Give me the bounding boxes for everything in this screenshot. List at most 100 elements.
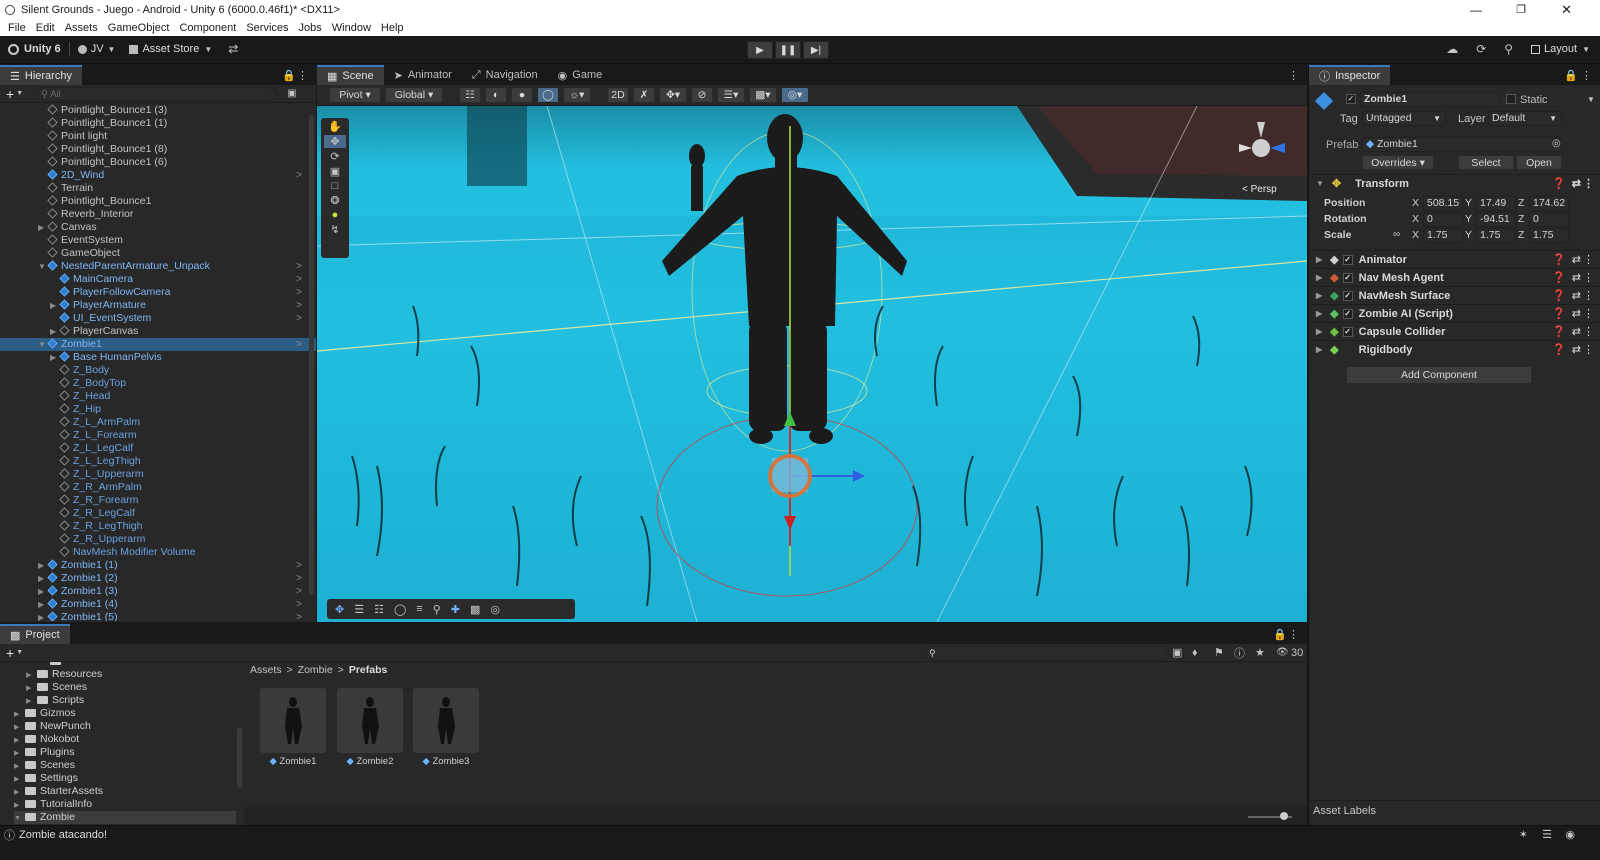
transform-position-x-field[interactable]: 508.15 bbox=[1423, 196, 1463, 211]
add-component-button[interactable]: Add Component bbox=[1346, 366, 1532, 384]
hidden-objects-icon[interactable]: ⊘ bbox=[691, 87, 713, 103]
transform-rotation-y-field[interactable]: -94.51 bbox=[1476, 212, 1516, 227]
layers-icon[interactable]: ☰▾ bbox=[717, 87, 745, 103]
menu-gameobject[interactable]: GameObject bbox=[108, 22, 170, 34]
tab-hierarchy[interactable]: ☰ Hierarchy bbox=[0, 65, 82, 85]
folder-item[interactable]: ▶ Resources bbox=[26, 668, 102, 681]
hierarchy-item[interactable]: Z_BodyTop bbox=[0, 377, 316, 390]
hierarchy-item[interactable]: MainCamera > bbox=[0, 273, 316, 286]
component-header[interactable]: ▶ ◆ ✓ Animator ❓ ⇄ ⋮ bbox=[1310, 250, 1600, 268]
hierarchy-item[interactable]: Z_L_LegCalf bbox=[0, 442, 316, 455]
grid-toggle-icon[interactable]: ☷ bbox=[459, 87, 481, 103]
folder-item[interactable]: ▶ Scenes bbox=[26, 681, 87, 694]
hierarchy-item[interactable]: ▶ Zombie1 (5) > bbox=[0, 611, 316, 621]
asset-label-zombie1[interactable]: ◆ Zombie1 bbox=[253, 756, 333, 767]
hierarchy-item[interactable]: Pointlight_Bounce1 bbox=[0, 195, 316, 208]
zoom-slider-handle[interactable] bbox=[1280, 812, 1288, 820]
kebab-menu-icon[interactable]: ⋮ bbox=[1583, 307, 1594, 320]
lighting-icon[interactable]: ☼▾ bbox=[563, 87, 591, 103]
object-active-checkbox[interactable]: ✓ bbox=[1346, 94, 1356, 104]
add-icon[interactable]: + bbox=[6, 645, 14, 661]
transform-scale-x-field[interactable]: 1.75 bbox=[1423, 228, 1463, 243]
help-icon[interactable]: ❓ bbox=[1552, 307, 1566, 320]
transform-scale-y-field[interactable]: 1.75 bbox=[1476, 228, 1516, 243]
hierarchy-item[interactable]: ▶ Zombie1 (4) > bbox=[0, 598, 316, 611]
component-enabled-checkbox[interactable]: ✓ bbox=[1342, 254, 1353, 265]
search-by-type-icon[interactable]: ▣ bbox=[1172, 646, 1182, 659]
select-button[interactable]: Select bbox=[1458, 155, 1514, 170]
circle-icon[interactable]: ◯ bbox=[394, 603, 406, 616]
sphere-icon[interactable]: ● bbox=[511, 87, 533, 103]
asset-tile-zombie1[interactable] bbox=[260, 688, 326, 753]
hierarchy-item[interactable]: Z_R_LegThigh bbox=[0, 520, 316, 533]
menu-services[interactable]: Services bbox=[246, 22, 288, 34]
open-prefab-chevron-icon[interactable]: > bbox=[296, 260, 302, 273]
hierarchy-item[interactable]: ▶ Zombie1 (3) > bbox=[0, 585, 316, 598]
crosshair-icon[interactable]: ✚ bbox=[451, 603, 460, 616]
search-icon[interactable]: ⚲ bbox=[1504, 42, 1513, 56]
pivot-dropdown[interactable]: Pivot ▾ bbox=[329, 87, 381, 103]
help-icon[interactable]: ❓ bbox=[1552, 177, 1566, 190]
hierarchy-item[interactable]: Z_R_Upperarm bbox=[0, 533, 316, 546]
foldout-closed-icon[interactable]: ▶ bbox=[38, 572, 48, 585]
hierarchy-item[interactable]: Z_Head bbox=[0, 390, 316, 403]
hierarchy-item[interactable]: ▶ PlayerArmature > bbox=[0, 299, 316, 312]
folder-item[interactable]: ▶ Plugins bbox=[14, 746, 74, 759]
folder-item[interactable]: ▶ Scripts bbox=[26, 694, 84, 707]
open-prefab-chevron-icon[interactable]: > bbox=[296, 299, 302, 312]
project-search-input[interactable]: ⚲ bbox=[925, 645, 1167, 660]
folder-item[interactable]: ▶ Nokobot bbox=[14, 733, 79, 746]
transform-scale-z-field[interactable]: 1.75 bbox=[1529, 228, 1569, 243]
hierarchy-item[interactable]: ▶ PlayerCanvas bbox=[0, 325, 316, 338]
cloud-icon[interactable]: ☁ bbox=[1446, 42, 1458, 56]
static-checkbox[interactable] bbox=[1506, 94, 1516, 104]
hierarchy-item[interactable]: ▶ Canvas bbox=[0, 221, 316, 234]
help-icon[interactable]: ❓ bbox=[1552, 325, 1566, 338]
transform-rotation-x-field[interactable]: 0 bbox=[1423, 212, 1463, 227]
folder-item[interactable]: ▶ TutorialInfo bbox=[14, 798, 92, 811]
menu-jobs[interactable]: Jobs bbox=[299, 22, 322, 34]
asset-tile-zombie3[interactable] bbox=[413, 688, 479, 753]
transform-position-y-field[interactable]: 17.49 bbox=[1476, 196, 1516, 211]
hierarchy-scrollbar[interactable] bbox=[309, 115, 314, 595]
presets-icon[interactable]: ⇄ bbox=[1572, 177, 1581, 190]
foldout-closed-icon[interactable]: ▶ bbox=[38, 598, 48, 611]
folder-item[interactable]: ▶ Gizmos bbox=[14, 707, 76, 720]
status-message[interactable]: Zombie atacando! bbox=[19, 829, 107, 841]
foldout-closed-icon[interactable]: ▶ bbox=[1316, 345, 1322, 354]
tab-animator[interactable]: ➤ Animator bbox=[384, 65, 462, 85]
hierarchy-item[interactable]: Z_L_Forearm bbox=[0, 429, 316, 442]
transform-rotation-z-field[interactable]: 0 bbox=[1529, 212, 1569, 227]
object-name-field[interactable]: Zombie1 bbox=[1360, 92, 1500, 107]
help-icon[interactable]: ❓ bbox=[1552, 343, 1566, 356]
component-header[interactable]: ▶ ◆ Rigidbody ❓ ⇄ ⋮ bbox=[1310, 340, 1600, 358]
overrides-dropdown[interactable]: Overrides ▾ bbox=[1362, 155, 1434, 170]
layout-dropdown[interactable]: Layout ▼ bbox=[1531, 43, 1590, 55]
layer-dropdown[interactable]: Default ▼ bbox=[1488, 111, 1562, 126]
open-prefab-chevron-icon[interactable]: > bbox=[296, 286, 302, 299]
transform-tool-icon[interactable]: ❂ bbox=[330, 194, 339, 207]
filter-icon[interactable]: ▣ bbox=[287, 88, 296, 99]
kebab-menu-icon[interactable]: ⋮ bbox=[297, 69, 308, 82]
component-enabled-checkbox[interactable]: ✓ bbox=[1342, 272, 1353, 283]
tab-project[interactable]: ▩ Project bbox=[0, 624, 70, 644]
foldout-open-icon[interactable]: ▼ bbox=[14, 812, 25, 825]
help-icon[interactable]: ❓ bbox=[1552, 253, 1566, 266]
menu-file[interactable]: File bbox=[8, 22, 26, 34]
stack-icon[interactable]: ≡ bbox=[416, 603, 422, 615]
rotate-tool-icon[interactable]: ⟳ bbox=[330, 150, 339, 163]
foldout-closed-icon[interactable]: ▶ bbox=[38, 221, 48, 234]
hierarchy-item[interactable]: Z_Body bbox=[0, 364, 316, 377]
hierarchy-item[interactable]: ▶ Base HumanPelvis bbox=[0, 351, 316, 364]
hierarchy-item[interactable]: ▼ NestedParentArmature_Unpack > bbox=[0, 260, 316, 273]
open-prefab-chevron-icon[interactable]: > bbox=[296, 559, 302, 572]
component-header[interactable]: ▶ ◆ ✓ Capsule Collider ❓ ⇄ ⋮ bbox=[1310, 322, 1600, 340]
presets-icon[interactable]: ⇄ bbox=[1572, 253, 1581, 266]
favorite-icon[interactable]: ★ bbox=[1255, 646, 1265, 659]
foldout-closed-icon[interactable]: ▶ bbox=[50, 351, 60, 364]
help-icon[interactable]: ❓ bbox=[1552, 271, 1566, 284]
rect-tool-icon[interactable]: □ bbox=[332, 180, 339, 192]
hierarchy-item[interactable]: 2D_Wind > bbox=[0, 169, 316, 182]
component-enabled-checkbox[interactable]: ✓ bbox=[1342, 308, 1353, 319]
kebab-menu-icon[interactable]: ⋮ bbox=[1288, 69, 1299, 82]
